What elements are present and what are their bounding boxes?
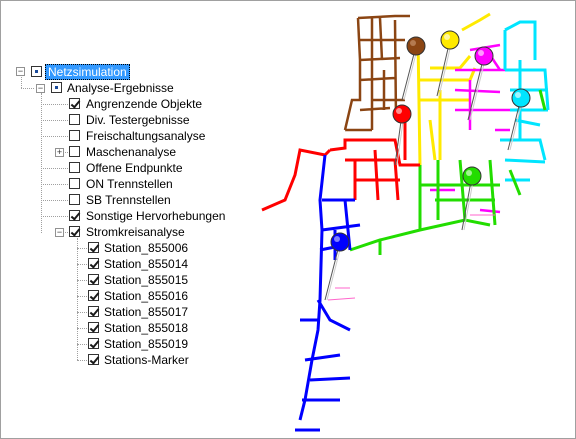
tree-root-netzsimulation[interactable]: Netzsimulation [45,64,130,80]
tree-item-label[interactable]: Maschenanalyse [86,145,176,159]
highlight-lines [327,214,495,301]
station-marker-yellow[interactable] [436,30,460,97]
tree-line [41,184,68,185]
layer-tree[interactable]: − Netzsimulation − Analyse-Ergebnisse An… [0,0,250,439]
checkbox-offene-endpunkte[interactable] [69,162,80,173]
tree-line [77,248,87,249]
checkbox-station-855018[interactable] [88,322,99,333]
tree-line [77,344,87,345]
tree-line [41,136,68,137]
station-marker-brown[interactable] [401,36,426,101]
tree-item-label[interactable]: Div. Testergebnisse [86,113,190,127]
station-label[interactable]: Station_855016 [104,289,188,303]
checkbox-station-855006[interactable] [88,242,99,253]
checkbox-maschenanalyse[interactable] [69,146,80,157]
station-label[interactable]: Station_855018 [104,321,188,335]
station-marker-red[interactable] [392,104,412,166]
checkbox-angrenzende-objekte[interactable] [69,98,80,109]
network-map[interactable] [250,0,576,439]
tree-line [41,200,68,201]
station-label[interactable]: Station_855006 [104,241,188,255]
station-label[interactable]: Station_855014 [104,257,188,271]
tree-node-analyse[interactable]: Analyse-Ergebnisse [67,81,174,95]
tree-line [77,264,87,265]
checkbox-station-855015[interactable] [88,274,99,285]
tree-item-label[interactable]: Angrenzende Objekte [86,97,202,111]
tree-item-label[interactable]: Offene Endpunkte [86,161,183,175]
tree-line [41,104,68,105]
tree-item-label[interactable]: Freischaltungsanalyse [86,129,205,143]
expand-toggle[interactable]: + [55,148,64,157]
tree-line [41,168,68,169]
tree-line [77,360,87,361]
tree-line [77,238,78,360]
station-label[interactable]: Stations-Marker [104,353,189,367]
tree-item-label[interactable]: Stromkreisanalyse [86,225,185,239]
checkbox-station-855014[interactable] [88,258,99,269]
station-label[interactable]: Station_855019 [104,337,188,351]
station-marker-blue[interactable] [324,232,350,301]
tree-item-label[interactable]: Sonstige Hervorhebungen [86,209,225,223]
tree-item-label[interactable]: ON Trennstellen [86,177,173,191]
network-green [349,89,547,255]
tree-line [41,93,42,233]
checkbox-div-testergebnisse[interactable] [69,114,80,125]
checkbox-station-855019[interactable] [88,338,99,349]
checkbox-sb-trennstellen[interactable] [69,194,80,205]
collapse-toggle[interactable]: − [55,228,64,237]
group-layer-icon[interactable] [51,82,62,93]
checkbox-stations-marker[interactable] [88,354,99,365]
checkbox-sonstige-hervorhebungen[interactable] [69,210,80,221]
tree-line [77,280,87,281]
collapse-toggle[interactable]: − [36,84,45,93]
checkbox-station-855017[interactable] [88,306,99,317]
tree-line [41,120,68,121]
checkbox-stromkreisanalyse[interactable] [69,226,80,237]
checkbox-on-trennstellen[interactable] [69,178,80,189]
tree-line [21,75,22,88]
checkbox-station-855016[interactable] [88,290,99,301]
tree-line [21,88,34,89]
tree-line [77,312,87,313]
tree-item-label[interactable]: SB Trennstellen [86,193,171,207]
station-label[interactable]: Station_855015 [104,273,188,287]
tree-line [41,216,68,217]
checkbox-freischaltungsanalyse[interactable] [69,130,80,141]
network-blue [295,154,361,432]
network-red [261,120,420,212]
station-label[interactable]: Station_855017 [104,305,188,319]
collapse-toggle[interactable]: − [16,67,25,76]
tree-line [77,296,87,297]
tree-line [77,328,87,329]
root-layer-icon[interactable] [31,66,42,77]
